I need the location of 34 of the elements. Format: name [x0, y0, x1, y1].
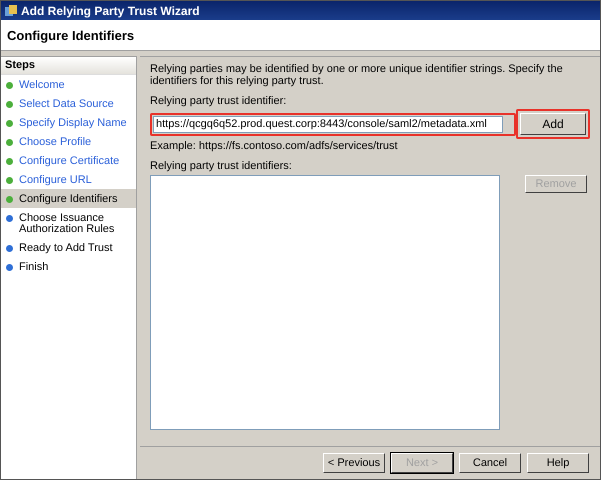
identifiers-label: Relying party trust identifiers:: [150, 160, 293, 172]
step-label: Configure Identifiers: [19, 194, 118, 205]
step-item[interactable]: Select Data Source: [1, 94, 136, 113]
step-label: Specify Display Name: [19, 118, 127, 129]
window-title: Add Relying Party Trust Wizard: [21, 4, 200, 18]
step-label: Select Data Source: [19, 99, 114, 110]
identifiers-list[interactable]: [150, 175, 500, 430]
identifier-label: Relying party trust identifier:: [150, 95, 288, 107]
steps-title: Steps: [5, 59, 35, 71]
identifier-field[interactable]: https://qcgq6q52.prod.quest.corp:8443/console/saml2/metadata.xml: [150, 112, 516, 136]
page-title: Configure Identifiers: [7, 28, 134, 42]
step-item[interactable]: Configure Certificate: [1, 151, 136, 170]
step-item[interactable]: Ready to Add Trust: [1, 238, 136, 257]
step-item[interactable]: Configure Identifiers: [1, 189, 136, 208]
add-button[interactable]: Add: [520, 113, 586, 135]
step-label: Ready to Add Trust: [19, 243, 113, 254]
step-label: Finish: [19, 262, 48, 273]
step-item[interactable]: Configure URL: [1, 170, 136, 189]
description-text: Relying parties may be identified by one or more unique identifier strings. Specify the identifiers for this relying party trust.: [150, 63, 564, 87]
example-text: Example: https://fs.contoso.com/adfs/services/trust: [150, 140, 399, 152]
step-item[interactable]: Finish: [1, 257, 136, 276]
step-item[interactable]: Choose Issuance Authorization Rules: [1, 208, 136, 238]
step-label: Welcome: [19, 80, 65, 91]
wizard-button[interactable]: Help: [527, 453, 589, 473]
step-item[interactable]: Choose Profile: [1, 132, 136, 151]
step-item[interactable]: Welcome: [1, 75, 136, 94]
step-label: Configure URL: [19, 175, 92, 186]
step-item[interactable]: Specify Display Name: [1, 113, 136, 132]
wizard-button[interactable]: Cancel: [459, 453, 521, 473]
wizard-button[interactable]: < Previous: [323, 453, 385, 473]
step-label: Choose Issuance Authorization Rules: [19, 213, 116, 235]
step-label: Configure Certificate: [19, 156, 120, 167]
app-icon: [4, 4, 18, 18]
step-label: Choose Profile: [19, 137, 92, 148]
